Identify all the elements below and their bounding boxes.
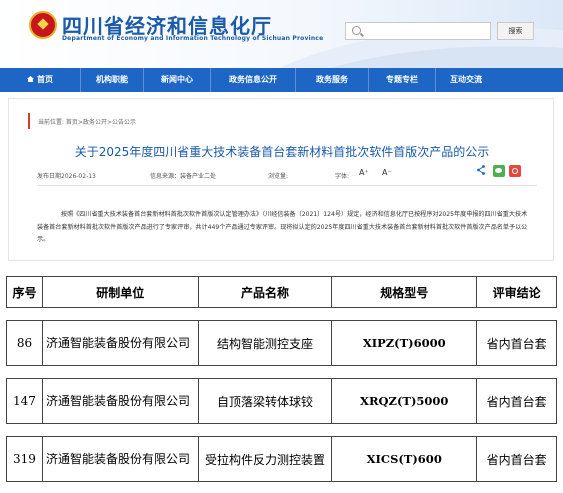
- nav-item-interaction[interactable]: 互动交流: [436, 68, 496, 92]
- cell-no: 319: [6, 436, 43, 482]
- header-no: 序号: [6, 276, 43, 308]
- home-icon: [27, 76, 34, 82]
- cell-no: 86: [6, 320, 43, 366]
- font-size-label: 字体:: [335, 173, 350, 180]
- article-body: 按照《四川省重大技术装备首台套新材料首批次软件首版次认定管理办法》（川经信装备〔…: [37, 211, 528, 243]
- cell-unit: 济通智能装备股份有限公司: [41, 320, 199, 366]
- nav-item-functions[interactable]: 机构职能: [81, 68, 143, 92]
- national-emblem-logo: [29, 11, 57, 39]
- table-header-row: 序号 研制单位 产品名称 规格型号 评审结论: [6, 276, 557, 308]
- table-gap: [6, 307, 557, 321]
- search-icon: [352, 26, 361, 35]
- site-header: 四川省经济和信息化厅 Department of Economy and Inf…: [0, 0, 563, 68]
- table-row: 319 济通智能装备股份有限公司 受拉构件反力测控装置 XICS(T)600 省…: [6, 436, 557, 482]
- share-icon[interactable]: [477, 165, 485, 175]
- table-row: 147 济通智能装备股份有限公司 自顶落梁转体球铰 XRQZ(T)5000 省内…: [6, 378, 557, 424]
- cell-model: XRQZ(T)5000: [331, 378, 478, 424]
- cell-result: 省内首台套: [476, 320, 557, 366]
- article-card: 当前位置: 首页>政务公开>公告公示 关于2025年度四川省重大技术装备首台套新…: [8, 98, 554, 261]
- article-title: 关于2025年度四川省重大技术装备首台套新材料首批次软件首版次产品的公示: [74, 145, 490, 159]
- site-subtitle: Department of Economy and Information Te…: [62, 35, 324, 42]
- info-source: 信息来源：装备产业二处: [150, 173, 217, 180]
- font-increase-button[interactable]: A⁺: [359, 168, 369, 177]
- nav-item-info-disclosure[interactable]: 政务信息公开: [211, 68, 295, 92]
- header-unit: 研制单位: [41, 276, 199, 308]
- cell-model: XICS(T)600: [331, 436, 478, 482]
- product-table: 序号 研制单位 产品名称 规格型号 评审结论 86 济通智能装备股份有限公司 结…: [6, 276, 557, 482]
- font-decrease-button[interactable]: A⁻: [382, 168, 392, 177]
- search-input[interactable]: [345, 22, 491, 40]
- header-model: 规格型号: [331, 276, 478, 308]
- nav-item-news[interactable]: 新闻中心: [144, 68, 210, 92]
- cell-unit: 济通智能装备股份有限公司: [41, 436, 199, 482]
- meta-divider: [37, 185, 537, 186]
- cell-product: 结构智能测控支座: [197, 320, 333, 366]
- table-gap: [6, 423, 557, 437]
- main-nav: 首页 机构职能 新闻中心 政务信息公开 政务服务 专题专栏 互动交流: [0, 68, 563, 92]
- cell-model: XIPZ(T)6000: [331, 320, 478, 366]
- nav-item-services[interactable]: 政务服务: [296, 68, 368, 92]
- nav-item-topics[interactable]: 专题专栏: [369, 68, 435, 92]
- breadcrumb[interactable]: 当前位置: 首页>政务公开>公告公示: [38, 117, 136, 126]
- table-gap: [6, 365, 557, 379]
- wechat-share-icon[interactable]: [493, 165, 505, 177]
- search-button[interactable]: 搜索: [497, 22, 534, 40]
- publish-date: 发布日期2026-02-13: [37, 173, 96, 180]
- cell-result: 省内首台套: [476, 378, 557, 424]
- cell-no: 147: [6, 378, 43, 424]
- cell-product: 受拉构件反力测控装置: [197, 436, 333, 482]
- cell-result: 省内首台套: [476, 436, 557, 482]
- view-count: 浏览量:: [268, 173, 289, 180]
- weibo-share-icon[interactable]: [509, 165, 521, 177]
- table-row: 86 济通智能装备股份有限公司 结构智能测控支座 XIPZ(T)6000 省内首…: [6, 320, 557, 366]
- cell-product: 自顶落梁转体球铰: [197, 378, 333, 424]
- header-product: 产品名称: [197, 276, 333, 308]
- breadcrumb-marker: [28, 113, 30, 129]
- cell-unit: 济通智能装备股份有限公司: [41, 378, 199, 424]
- nav-label: 首页: [37, 75, 53, 84]
- header-result: 评审结论: [476, 276, 557, 308]
- nav-item-home[interactable]: 首页: [0, 68, 80, 92]
